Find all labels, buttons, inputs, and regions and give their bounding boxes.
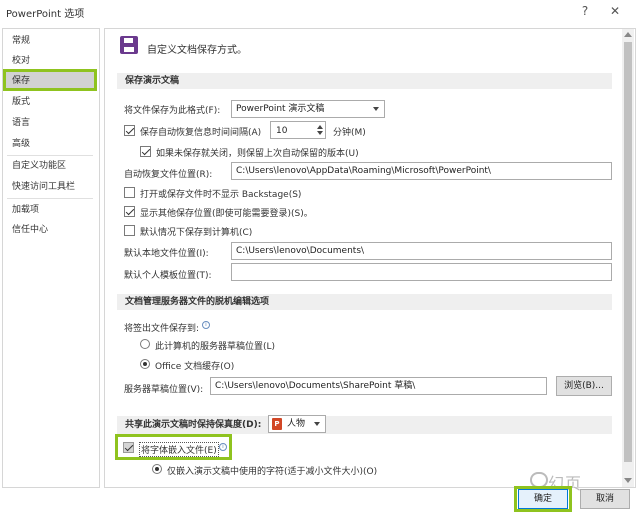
section-save-presentation: 保存演示文稿: [117, 73, 612, 89]
keep-last-version-checkbox[interactable]: [140, 146, 151, 157]
sidebar-item-language[interactable]: 语言: [6, 114, 96, 132]
sidebar-item-advanced[interactable]: 高级: [6, 135, 96, 153]
autorecover-minutes-stepper[interactable]: 10: [270, 121, 326, 139]
personal-templates-field[interactable]: [231, 263, 612, 281]
fidelity-title: 共享此演示文稿时保持保真度(D):: [125, 420, 262, 430]
no-backstage-label: 打开或保存文件时不显示 Backstage(S): [140, 190, 302, 200]
sidebar-item-quick-access[interactable]: 快速访问工具栏: [6, 178, 96, 196]
no-backstage-checkbox[interactable]: [124, 187, 135, 198]
minutes-label: 分钟(M): [333, 128, 366, 138]
sidebar-item-general[interactable]: 常规: [6, 32, 96, 50]
section-fidelity: 共享此演示文稿时保持保真度(D):: [117, 416, 612, 434]
chevron-down-icon: [373, 107, 379, 111]
sidebar-item-proofing[interactable]: 校对: [6, 52, 96, 70]
server-drafts-label: 此计算机的服务器草稿位置(L): [155, 342, 276, 352]
sidebar-item-customize-ribbon[interactable]: 自定义功能区: [6, 157, 96, 175]
highlight-embed-fonts: [115, 434, 232, 460]
scrollbar-thumb[interactable]: [624, 42, 632, 462]
keep-last-version-label: 如果未保存就关闭，则保留上次自动保留的版本(U): [156, 149, 359, 159]
embed-used-chars-label: 仅嵌入演示文稿中使用的字符(适于减小文件大小)(O): [167, 467, 378, 477]
help-button[interactable]: ?: [576, 3, 594, 19]
close-button[interactable]: ✕: [606, 3, 624, 19]
sidebar-item-addins[interactable]: 加载项: [6, 201, 96, 219]
highlight-save: [3, 69, 97, 91]
office-cache-label: Office 文档缓存(O): [155, 362, 235, 372]
section-offline-editing: 文档管理服务器文件的脱机编辑选项: [117, 294, 612, 310]
server-drafts-location-label: 服务器草稿位置(V):: [124, 385, 204, 395]
scroll-up-icon[interactable]: [624, 32, 632, 37]
presentation-value: 人物: [287, 419, 306, 429]
save-to-computer-label: 默认情况下保存到计算机(C): [140, 228, 253, 238]
highlight-ok: [514, 486, 572, 512]
office-cache-radio[interactable]: [140, 359, 150, 369]
cancel-button[interactable]: 取消: [580, 489, 630, 509]
chevron-down-icon: [314, 422, 320, 426]
autorecover-label: 保存自动恢复信息时间间隔(A): [140, 128, 262, 138]
save-format-label: 将文件保存为此格式(F):: [124, 106, 221, 116]
autorecover-minutes-value: 10: [276, 126, 288, 136]
presentation-select[interactable]: P 人物: [268, 415, 326, 433]
sidebar: 常规 校对 保存 版式 语言 高级 自定义功能区 快速访问工具栏 加载项 信任中…: [2, 28, 100, 488]
info-icon: i: [202, 321, 210, 329]
show-other-locations-label: 显示其他保存位置(即使可能需要登录)(S)。: [140, 209, 313, 219]
sidebar-divider: [7, 155, 93, 156]
page-header-text: 自定义文档保存方式。: [147, 45, 247, 56]
default-local-location-field[interactable]: C:\Users\lenovo\Documents\: [231, 242, 612, 260]
autorecover-location-field[interactable]: C:\Users\lenovo\AppData\Roaming\Microsof…: [231, 162, 612, 180]
sidebar-divider: [7, 198, 93, 199]
server-drafts-radio[interactable]: [140, 339, 150, 349]
save-format-select[interactable]: PowerPoint 演示文稿: [231, 100, 385, 118]
save-format-value: PowerPoint 演示文稿: [236, 104, 325, 114]
autorecover-location-label: 自动恢复文件位置(R):: [124, 170, 213, 180]
title-bar: PowerPoint 选项 ? ✕: [0, 0, 640, 24]
spin-down-icon[interactable]: [317, 131, 323, 135]
sidebar-item-trust-center[interactable]: 信任中心: [6, 221, 96, 239]
save-to-computer-checkbox[interactable]: [124, 225, 135, 236]
embed-used-chars-radio[interactable]: [152, 464, 162, 474]
save-icon: [120, 36, 138, 54]
browse-button[interactable]: 浏览(B)...: [556, 376, 612, 396]
powerpoint-icon: P: [272, 418, 282, 430]
checkout-label: 将签出文件保存到:: [124, 324, 200, 334]
sidebar-item-layout[interactable]: 版式: [6, 93, 96, 111]
spin-up-icon[interactable]: [317, 125, 323, 129]
show-other-locations-checkbox[interactable]: [124, 206, 135, 217]
server-drafts-location-field[interactable]: C:\Users\lenovo\Documents\SharePoint 草稿\: [210, 377, 547, 395]
window-title: PowerPoint 选项: [6, 9, 85, 20]
default-local-location-label: 默认本地文件位置(I):: [124, 249, 209, 259]
scroll-down-icon[interactable]: [624, 478, 632, 483]
personal-templates-label: 默认个人模板位置(T):: [124, 271, 212, 281]
autorecover-checkbox[interactable]: [124, 125, 135, 136]
